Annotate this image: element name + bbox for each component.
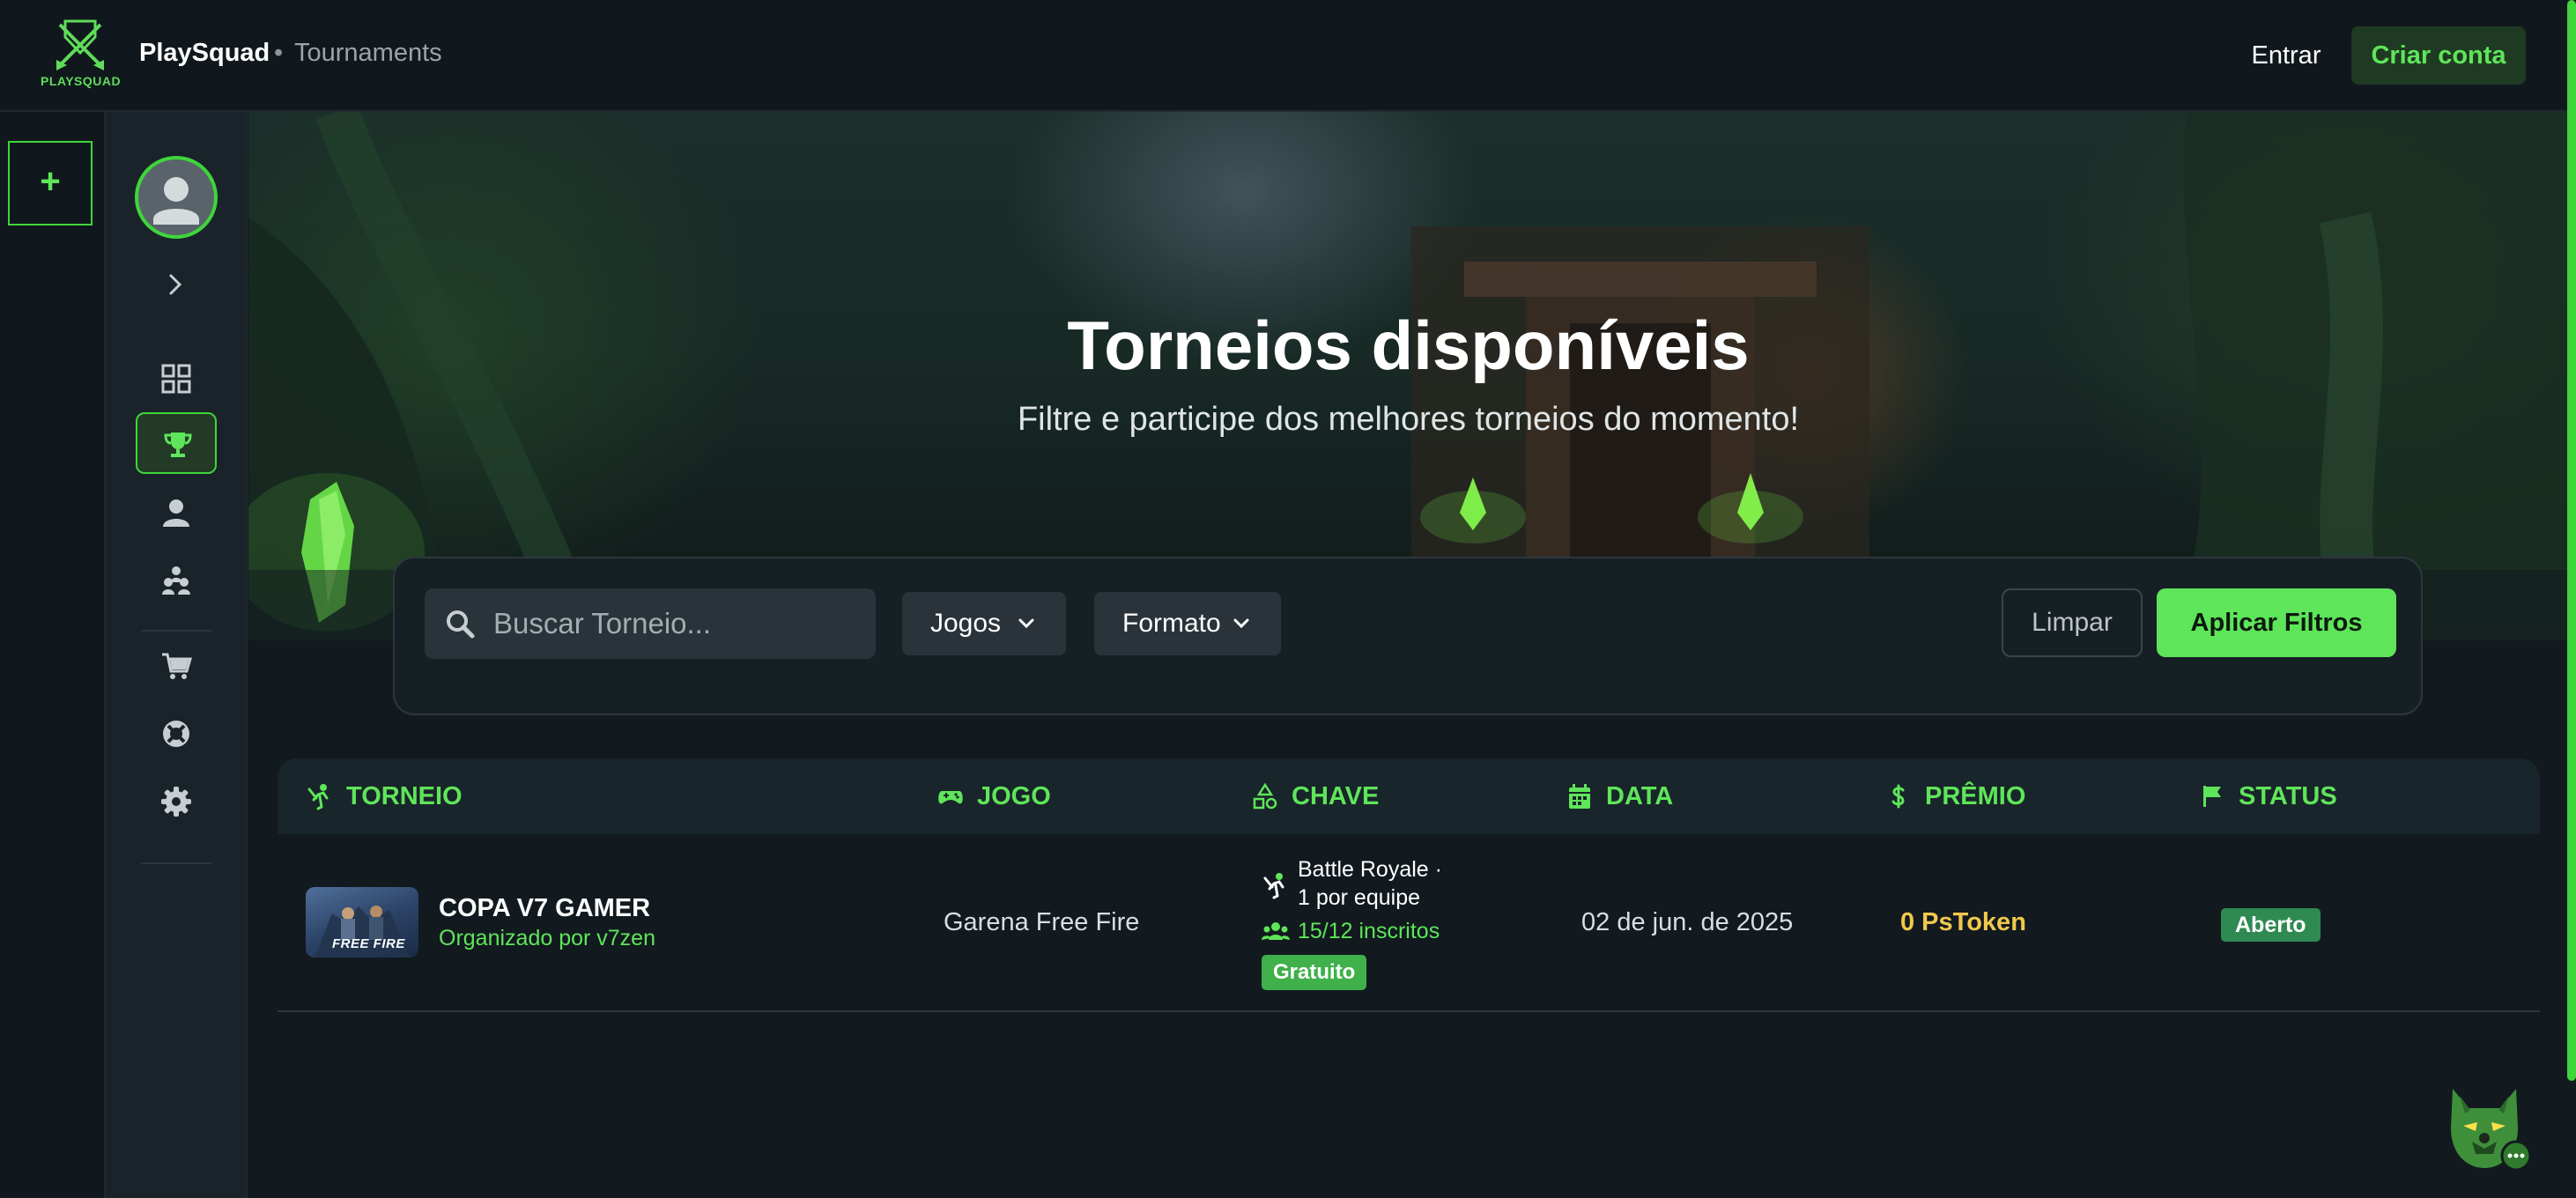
registered-count: 15/12 inscritos — [1298, 919, 1440, 943]
team-icon — [162, 566, 190, 595]
format-dropdown[interactable]: Formato — [1094, 592, 1281, 655]
page-scrollbar[interactable] — [2567, 0, 2576, 1081]
entry-fee-badge: Gratuito — [1262, 955, 1367, 990]
tournament-thumbnail: FREE FIRE — [306, 887, 418, 958]
sidebar — [106, 112, 248, 1198]
games-dropdown-label: Jogos — [930, 609, 1002, 638]
gear-icon — [161, 787, 191, 817]
clear-filters-button[interactable]: Limpar — [2002, 588, 2143, 657]
sidebar-divider — [141, 630, 211, 632]
grid-icon — [161, 364, 191, 394]
chevron-down-icon — [1018, 618, 1034, 629]
apply-filters-button[interactable]: Aplicar Filtros — [2157, 588, 2396, 657]
column-header-label: STATUS — [2239, 782, 2337, 810]
shapes-icon — [1253, 782, 1277, 810]
sidebar-item-shop[interactable] — [136, 635, 217, 697]
playsquad-logo[interactable]: PLAYSQUAD — [41, 16, 122, 93]
users-icon — [1262, 922, 1290, 940]
search-icon — [447, 610, 475, 639]
tournament-icon — [307, 784, 329, 810]
tournament-date: 02 de jun. de 2025 — [1581, 908, 1794, 936]
search-input[interactable] — [493, 588, 863, 659]
breadcrumb-separator: • — [274, 39, 284, 67]
sidebar-item-dashboard[interactable] — [136, 348, 217, 410]
user-icon — [153, 177, 199, 225]
chat-support-button[interactable] — [2433, 1073, 2535, 1175]
column-header-label: TORNEIO — [346, 782, 463, 810]
gamepad-icon — [938, 791, 963, 804]
status-badge: Aberto — [2221, 908, 2321, 942]
sidebar-divider — [141, 862, 211, 864]
search-box[interactable] — [425, 588, 876, 659]
tournament-name[interactable]: COPA V7 GAMER — [439, 894, 650, 923]
column-header-label: PRÊMIO — [1925, 782, 2026, 810]
column-header-label: CHAVE — [1292, 782, 1380, 810]
tournament-organizer[interactable]: Organizado por v7zen — [439, 926, 655, 951]
breadcrumb-section: Tournaments — [294, 39, 442, 67]
column-header-label: JOGO — [977, 782, 1051, 810]
page-subtitle: Filtre e participe dos melhores torneios… — [1017, 401, 1800, 438]
battle-royale-icon — [1263, 873, 1284, 899]
tournament-game: Garena Free Fire — [944, 908, 1140, 936]
tournament-prize: 0 PsToken — [1900, 908, 2026, 936]
column-header-label: DATA — [1606, 782, 1674, 810]
flag-icon — [2203, 786, 2221, 807]
sidebar-item-support[interactable] — [136, 703, 217, 765]
page-title: Torneios disponíveis — [1067, 307, 1750, 384]
top-header: PLAYSQUAD PlaySquad • Tournaments Entrar… — [0, 0, 2576, 112]
sidebar-item-settings[interactable] — [136, 771, 217, 832]
filter-bar: Jogos Formato Limpar Aplicar Filtros — [393, 557, 2423, 715]
bracket-format: Battle Royale · 1 por equipe — [1298, 857, 1442, 910]
wolf-mascot-chat-icon — [2451, 1089, 2532, 1172]
games-dropdown[interactable]: Jogos — [902, 592, 1066, 655]
cart-icon — [162, 653, 192, 679]
person-icon — [163, 499, 189, 527]
sidebar-item-tournaments[interactable] — [136, 412, 217, 474]
calendar-icon — [1569, 784, 1590, 809]
expand-sidebar-chevron-icon[interactable] — [162, 269, 189, 300]
thumbnail-caption: FREE FIRE — [332, 936, 405, 951]
trophy-icon — [164, 433, 192, 457]
logo-text: PLAYSQUAD — [41, 74, 122, 88]
lifebuoy-icon — [163, 721, 189, 747]
table-header: TORNEIO JOGO CHAVE DATA PRÊMIO STATUS — [278, 758, 2540, 834]
sidebar-item-profile[interactable] — [136, 482, 217, 544]
user-avatar[interactable] — [135, 156, 218, 239]
add-button[interactable]: + — [8, 141, 93, 226]
table-row[interactable]: FREE FIRE COPA V7 GAMER Organizado por v… — [278, 834, 2540, 1012]
chevron-down-icon — [1233, 618, 1249, 629]
format-dropdown-label: Formato — [1122, 609, 1221, 638]
server-rail: + — [0, 112, 106, 1198]
logo-emblem-icon — [56, 19, 104, 70]
sidebar-item-teams[interactable] — [136, 550, 217, 611]
signup-button[interactable]: Criar conta — [2351, 26, 2526, 85]
brand-name[interactable]: PlaySquad — [139, 39, 270, 68]
login-button[interactable]: Entrar — [2238, 25, 2335, 86]
dollar-icon — [1891, 784, 1905, 809]
